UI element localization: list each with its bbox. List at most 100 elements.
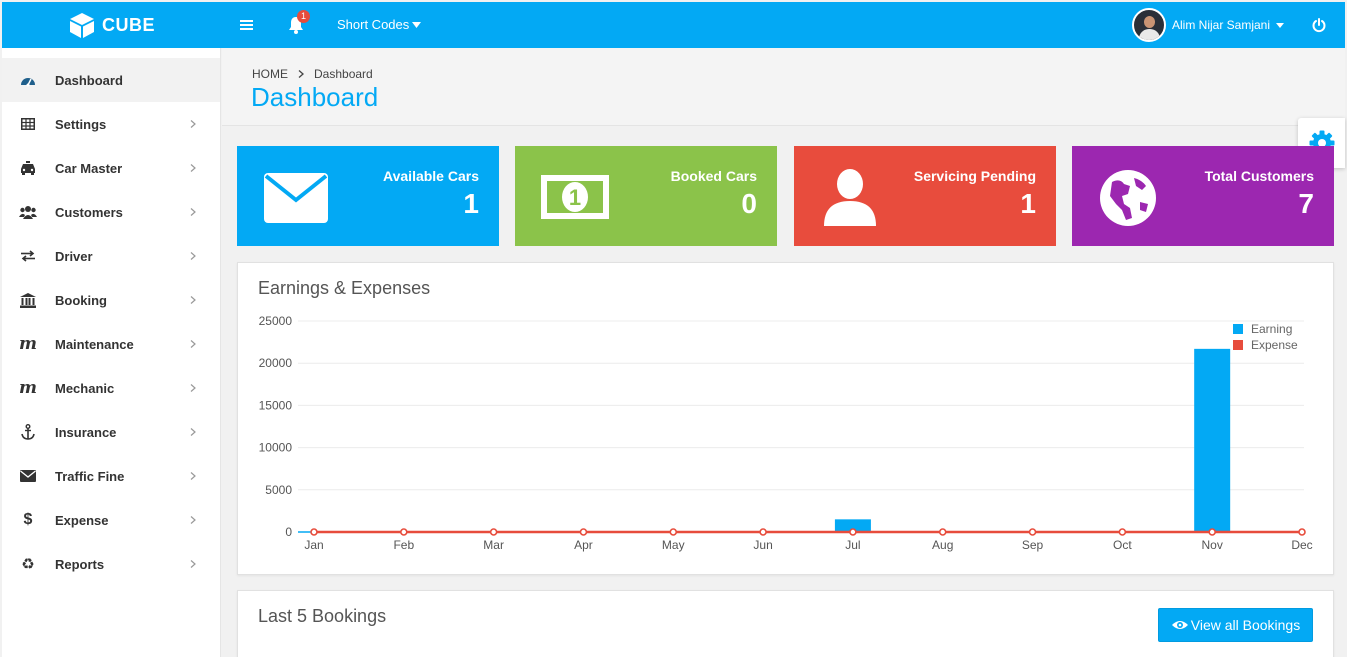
expense-point: [849, 528, 857, 536]
chevron-right-icon: [190, 384, 196, 392]
exchange-icon: [19, 247, 37, 265]
shortcodes-label: Short Codes: [337, 17, 410, 32]
x-tick-label: Jul: [845, 538, 860, 552]
x-tick-label: Jan: [304, 538, 323, 552]
stat-total-customers[interactable]: Total Customers 7: [1072, 146, 1334, 246]
panel-title: Last 5 Bookings: [258, 606, 387, 626]
sidebar-item-label: Driver: [55, 248, 93, 264]
sidebar-item-label: Reports: [55, 556, 105, 572]
stat-title: Booked Cars: [670, 168, 757, 184]
chevron-right-icon: [190, 428, 196, 436]
sidebar-item-label: Mechanic: [55, 380, 115, 396]
maintenance-icon: m: [19, 334, 37, 354]
x-tick-label: Feb: [393, 538, 414, 552]
svg-text:1: 1: [569, 185, 581, 210]
dashboard-icon: [19, 71, 37, 89]
sidebar-item-settings[interactable]: Settings: [2, 102, 220, 146]
y-tick-label: 0: [285, 525, 292, 539]
breadcrumb: HOME Dashboard: [252, 67, 373, 81]
sidebar-item-traffic-fine[interactable]: Traffic Fine: [2, 454, 220, 498]
table-icon: [19, 115, 37, 133]
stat-value: 1: [463, 188, 479, 219]
stat-value: 7: [1298, 188, 1314, 219]
legend-swatch: [1233, 340, 1243, 350]
sidebar-item-reports[interactable]: ♻ Reports: [2, 542, 220, 586]
cube-icon: [70, 13, 94, 38]
button-label: View all Bookings: [1190, 617, 1301, 633]
sidebar-item-dashboard[interactable]: Dashboard: [2, 58, 220, 102]
bank-icon: [19, 291, 37, 309]
notification-badge: 1: [297, 10, 310, 23]
chevron-right-icon: [190, 164, 196, 172]
stat-servicing-pending[interactable]: Servicing Pending 1: [794, 146, 1056, 246]
sidebar-item-booking[interactable]: Booking: [2, 278, 220, 322]
sidebar-item-driver[interactable]: Driver: [2, 234, 220, 278]
stat-value: 1: [1020, 188, 1036, 219]
x-tick-label: Aug: [932, 538, 953, 552]
x-tick-label: Oct: [1113, 538, 1132, 552]
x-tick-label: Jun: [753, 538, 772, 552]
expense-point: [1208, 528, 1216, 536]
x-tick-label: Sep: [1022, 538, 1044, 552]
sidebar-item-label: Customers: [55, 204, 123, 220]
brand-logo[interactable]: CUBE: [68, 11, 155, 39]
expense-point: [1118, 528, 1127, 536]
stat-available-cars[interactable]: Available Cars 1: [237, 146, 499, 246]
user-menu[interactable]: Alim Nijar Samjani: [1132, 7, 1285, 43]
earnings-expenses-panel: Earnings & Expenses 0 5000 10000 15000 20000…: [237, 262, 1334, 575]
expense-point: [669, 528, 678, 536]
sidebar-item-car-master[interactable]: Car Master: [2, 146, 220, 190]
bar-earning: [1194, 348, 1231, 532]
user-name: Alim Nijar Samjani: [1172, 18, 1271, 32]
chevron-right-icon: [190, 208, 196, 216]
breadcrumb-home[interactable]: HOME: [252, 67, 288, 81]
chevron-right-icon: [190, 340, 196, 348]
chevron-right-icon: [190, 560, 196, 568]
dollar-icon: $: [23, 511, 33, 528]
avatar: [1132, 8, 1166, 42]
chevron-right-icon: [190, 472, 196, 480]
taxi-icon: [19, 159, 37, 177]
y-tick-label: 15000: [259, 398, 293, 412]
expense-point: [1298, 528, 1306, 536]
page-header: HOME Dashboard Dashboard: [222, 48, 1345, 126]
y-tick-label: 10000: [259, 441, 293, 455]
legend-label: Earning: [1251, 322, 1292, 336]
view-all-bookings-button[interactable]: View all Bookings: [1158, 608, 1313, 642]
sidebar-item-mechanic[interactable]: m Mechanic: [2, 366, 220, 410]
envelope-icon: [19, 467, 37, 485]
expense-point: [938, 528, 947, 536]
caret-down-icon: [1276, 22, 1285, 28]
recycle-icon: ♻: [21, 556, 35, 573]
sidebar-item-expense[interactable]: $ Expense: [2, 498, 220, 542]
chevron-right-icon: [190, 516, 196, 524]
stat-booked-cars[interactable]: 1 Booked Cars 0: [515, 146, 777, 246]
sidebar-item-label: Booking: [55, 292, 107, 308]
eye-icon: [1171, 621, 1188, 629]
shortcodes-dropdown[interactable]: Short Codes: [337, 17, 422, 32]
stat-value: 0: [741, 188, 757, 219]
expense-point: [759, 528, 767, 536]
users-icon: [19, 203, 37, 221]
page-title: Dashboard: [251, 82, 379, 112]
top-navbar: CUBE 1 Short Codes Alim Nijar Samjani: [2, 2, 1345, 48]
stat-title: Total Customers: [1204, 168, 1314, 184]
sidebar-item-label: Insurance: [55, 424, 117, 440]
stat-title: Available Cars: [383, 168, 479, 184]
sidebar-item-label: Maintenance: [55, 336, 134, 352]
sidebar-item-insurance[interactable]: Insurance: [2, 410, 220, 454]
x-tick-label: May: [662, 538, 685, 552]
sidebar-item-maintenance[interactable]: m Maintenance: [2, 322, 220, 366]
sidebar-item-label: Settings: [55, 116, 107, 132]
stat-title: Servicing Pending: [913, 168, 1036, 184]
x-tick-label: Nov: [1202, 538, 1223, 552]
menu-toggle-icon[interactable]: [238, 16, 256, 34]
y-tick-label: 20000: [259, 356, 293, 370]
money-icon: 1: [541, 175, 609, 219]
anchor-icon: [19, 423, 37, 441]
power-icon[interactable]: [1311, 17, 1327, 33]
brand-name: CUBE: [102, 14, 156, 35]
expense-point: [1028, 528, 1037, 536]
x-tick-label: Apr: [574, 538, 593, 552]
sidebar-item-customers[interactable]: Customers: [2, 190, 220, 234]
